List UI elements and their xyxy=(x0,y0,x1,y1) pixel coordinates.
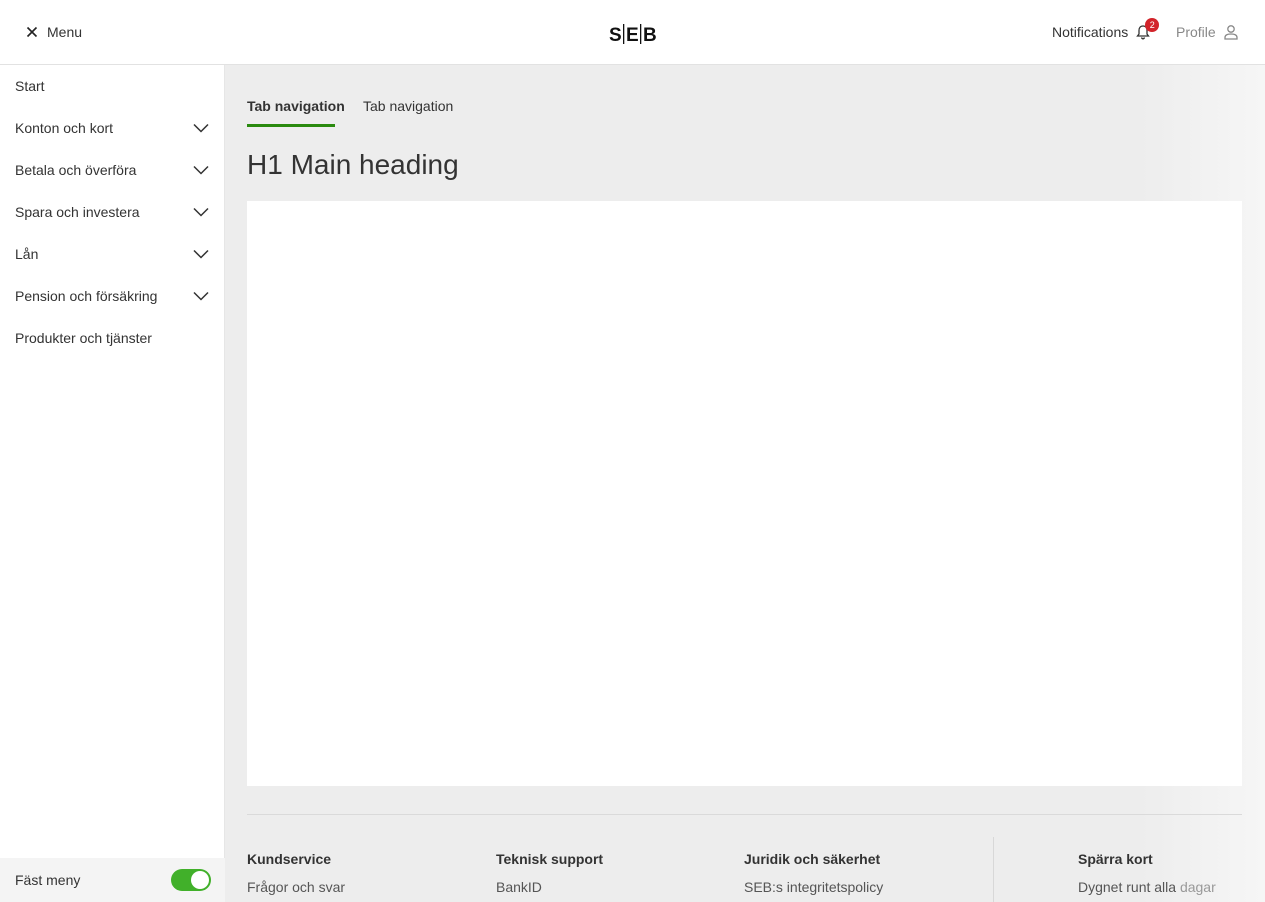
active-tab-indicator xyxy=(247,124,335,127)
chevron-down-icon xyxy=(193,249,209,259)
sidebar-nav: Start Konton och kort Betala och överför… xyxy=(0,65,225,902)
sidebar-item-label: Lån xyxy=(15,246,39,262)
top-header: Menu S E B Notifications 2 Profile xyxy=(0,0,1265,65)
bell-icon-wrap: 2 xyxy=(1135,18,1160,40)
sidebar-item-label: Betala och överföra xyxy=(15,162,137,178)
seb-logo[interactable]: S E B xyxy=(609,22,657,46)
sparra-kort-text-b: dagar xyxy=(1179,879,1216,895)
footer-heading-sparra-kort: Spärra kort xyxy=(1078,851,1153,867)
notification-count-badge: 2 xyxy=(1145,18,1160,32)
menu-label: Menu xyxy=(47,24,83,40)
content-card xyxy=(247,201,1242,786)
footer-heading-juridik: Juridik och säkerhet xyxy=(744,851,881,867)
tab-navigation-1[interactable]: Tab navigation xyxy=(247,98,345,114)
sidebar-item-label: Start xyxy=(15,78,45,94)
menu-toggle-button[interactable]: Menu xyxy=(26,24,82,40)
pin-menu-toggle[interactable] xyxy=(171,869,211,891)
footer-link-bankid[interactable]: BankID xyxy=(496,879,542,895)
close-icon xyxy=(26,26,38,38)
notifications-label: Notifications xyxy=(1052,24,1129,40)
svg-text:B: B xyxy=(643,25,657,46)
toggle-knob xyxy=(191,871,209,889)
profile-label: Profile xyxy=(1176,24,1216,40)
main-content: Tab navigation Tab navigation H1 Main he… xyxy=(226,65,1265,902)
footer-sparra-kort-text: Dygnet runt alla dagar xyxy=(1078,879,1216,895)
footer-heading-kundservice: Kundservice xyxy=(247,851,332,867)
footer-link-integritetspolicy[interactable]: SEB:s integritetspolicy xyxy=(744,879,883,895)
tab-navigation-2[interactable]: Tab navigation xyxy=(363,98,453,114)
footer-column-divider xyxy=(993,837,994,902)
sidebar-item-pension-och-forsakring[interactable]: Pension och försäkring xyxy=(0,275,225,317)
pin-menu-label: Fäst meny xyxy=(15,872,81,888)
svg-text:E: E xyxy=(626,25,639,46)
sidebar-item-start[interactable]: Start xyxy=(0,65,225,107)
footer-link-fragor-och-svar[interactable]: Frågor och svar xyxy=(247,879,345,895)
sparra-kort-text-a: Dygnet runt alla xyxy=(1078,879,1177,895)
chevron-down-icon xyxy=(193,207,209,217)
sidebar-item-produkter-och-tjanster[interactable]: Produkter och tjänster xyxy=(0,317,225,359)
user-icon xyxy=(1224,25,1238,40)
sidebar-item-betala-och-overfora[interactable]: Betala och överföra xyxy=(0,149,225,191)
sidebar-item-label: Konton och kort xyxy=(15,120,114,136)
chevron-down-icon xyxy=(193,165,209,175)
footer-divider-line xyxy=(247,814,1242,815)
chevron-down-icon xyxy=(193,123,209,133)
page-title: H1 Main heading xyxy=(247,149,459,180)
chevron-down-icon xyxy=(193,291,209,301)
sidebar-item-label: Produkter och tjänster xyxy=(15,330,152,346)
sidebar-item-label: Spara och investera xyxy=(15,204,140,220)
sidebar-item-label: Pension och försäkring xyxy=(15,288,158,304)
pin-menu-row: Fäst meny xyxy=(0,858,225,902)
svg-text:S: S xyxy=(609,25,622,46)
sidebar-item-spara-och-investera[interactable]: Spara och investera xyxy=(0,191,225,233)
sidebar-item-konton-och-kort[interactable]: Konton och kort xyxy=(0,107,225,149)
footer-heading-teknisk-support: Teknisk support xyxy=(496,851,604,867)
notifications-button[interactable]: Notifications 2 xyxy=(1052,18,1160,40)
profile-button[interactable]: Profile xyxy=(1176,24,1239,40)
sidebar-item-lan[interactable]: Lån xyxy=(0,233,225,275)
